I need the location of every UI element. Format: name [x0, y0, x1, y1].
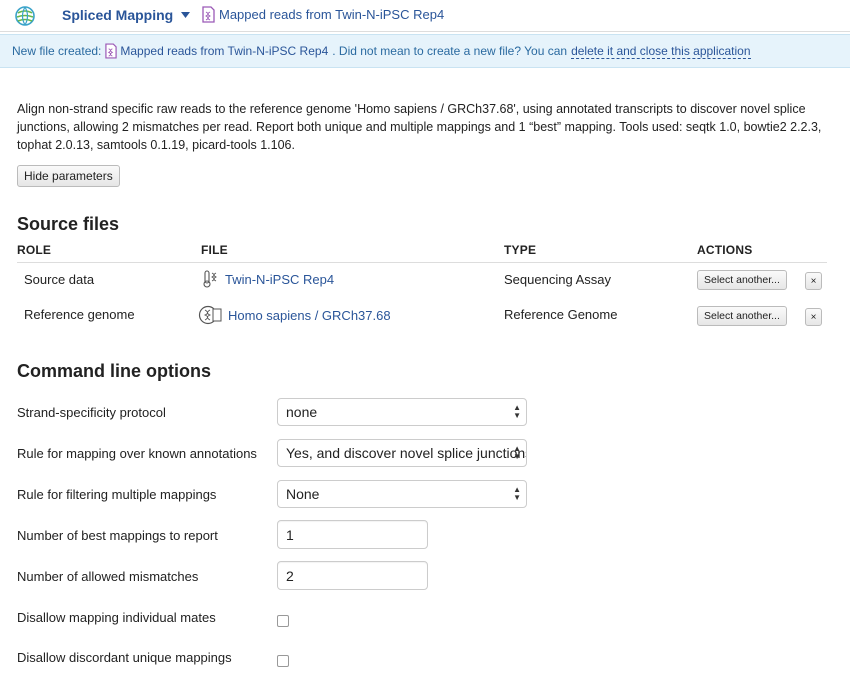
select-arrows-icon: ▲ ▼	[513, 403, 521, 420]
allowed-mismatches-input[interactable]: 2	[277, 561, 428, 590]
source-files-heading: Source files	[17, 214, 120, 234]
allowed-mismatches-label: Number of allowed mismatches	[17, 569, 199, 584]
filtering-multiple-mappings-value: None	[286, 486, 320, 502]
tool-description: Align non-strand specific raw reads to t…	[17, 102, 822, 152]
disallow-individual-mates-checkbox[interactable]	[277, 615, 289, 627]
current-file-link[interactable]: Mapped reads from Twin-N-iPSC Rep4	[202, 6, 444, 23]
current-file-name: Mapped reads from Twin-N-iPSC Rep4	[219, 7, 445, 22]
mapping-annotations-select[interactable]: Yes, and discover novel splice junctions…	[277, 439, 527, 467]
strand-specificity-value: none	[286, 404, 318, 420]
filtering-multiple-mappings-label: Rule for filtering multiple mappings	[17, 487, 217, 502]
select-another-source-data-button[interactable]: Select another...	[697, 270, 787, 290]
best-mappings-input[interactable]: 1	[277, 520, 428, 549]
caret-down-icon	[181, 12, 191, 18]
row-role-reference-genome: Reference genome	[24, 307, 135, 322]
row-role-source-data: Source data	[24, 272, 95, 287]
column-header-file: FILE	[201, 243, 228, 257]
disallow-individual-mates-label: Disallow mapping individual mates	[17, 610, 216, 625]
file-icon	[202, 6, 215, 23]
strand-specificity-select[interactable]: none ▲ ▼	[277, 398, 527, 426]
app-title: Spliced Mapping	[62, 7, 174, 23]
source-data-type: Sequencing Assay	[504, 272, 611, 287]
best-mappings-label: Number of best mappings to report	[17, 528, 218, 543]
source-data-file-link[interactable]: Twin-N-iPSC Rep4	[201, 270, 334, 288]
disallow-discordant-checkbox[interactable]	[277, 655, 289, 667]
remove-reference-genome-button[interactable]: ×	[805, 308, 822, 326]
select-another-reference-genome-button[interactable]: Select another...	[697, 306, 787, 326]
top-bar: Spliced Mapping Mapped reads from Twin-N…	[0, 0, 850, 32]
column-header-actions: ACTIONS	[697, 243, 753, 257]
notice-prefix: New file created:	[12, 44, 102, 58]
select-arrows-icon: ▲ ▼	[513, 485, 521, 502]
hide-parameters-button[interactable]: Hide parameters	[17, 165, 120, 187]
command-line-options-heading: Command line options	[17, 361, 212, 381]
notice-file-link[interactable]: Mapped reads from Twin-N-iPSC Rep4	[105, 43, 328, 59]
table-divider	[17, 262, 827, 263]
reference-genome-icon	[198, 305, 222, 325]
strand-specificity-label: Strand-specificity protocol	[17, 405, 166, 420]
column-header-type: TYPE	[504, 243, 537, 257]
delete-and-close-link[interactable]: delete it and close this application	[571, 44, 751, 59]
notice-file-name: Mapped reads from Twin-N-iPSC Rep4	[120, 44, 329, 58]
mapping-annotations-value: Yes, and discover novel splice junctions	[286, 445, 527, 461]
column-header-role: ROLE	[17, 243, 52, 257]
file-icon	[105, 43, 118, 59]
close-icon: ×	[810, 275, 817, 287]
reference-genome-file-link[interactable]: Homo sapiens / GRCh37.68	[198, 305, 391, 325]
source-data-file-name: Twin-N-iPSC Rep4	[225, 271, 335, 287]
disallow-discordant-label: Disallow discordant unique mappings	[17, 650, 232, 665]
filtering-multiple-mappings-select[interactable]: None ▲ ▼	[277, 480, 527, 508]
mapping-annotations-label: Rule for mapping over known annotations	[17, 446, 257, 461]
sequencing-assay-icon	[203, 270, 218, 288]
globe-logo-icon[interactable]	[14, 5, 36, 27]
remove-source-data-button[interactable]: ×	[805, 272, 822, 290]
reference-genome-type: Reference Genome	[504, 307, 618, 322]
new-file-notice: New file created: Mapped reads from Twin…	[0, 34, 850, 68]
app-title-dropdown[interactable]: Spliced Mapping	[62, 7, 191, 23]
select-arrows-icon: ▲ ▼	[513, 444, 521, 461]
reference-genome-file-name: Homo sapiens / GRCh37.68	[228, 307, 391, 323]
notice-message: . Did not mean to create a new file? You…	[332, 44, 568, 58]
close-icon: ×	[810, 311, 817, 323]
